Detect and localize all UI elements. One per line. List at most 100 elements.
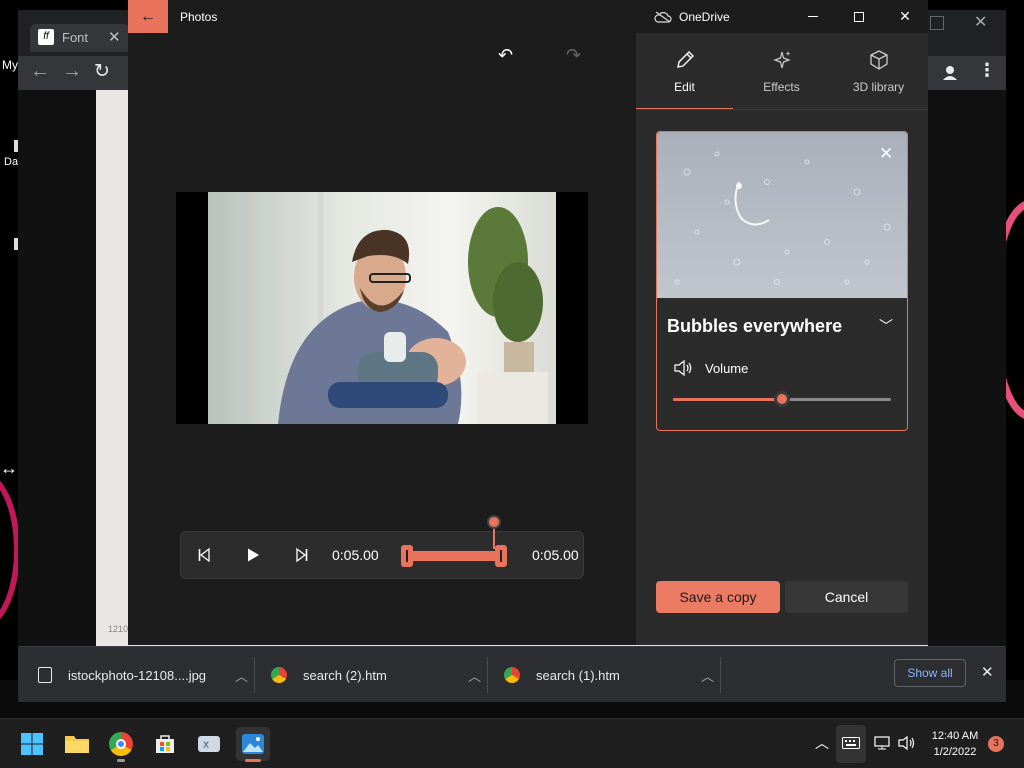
reload-icon[interactable]: ↻ <box>94 60 110 83</box>
speaker-icon[interactable] <box>898 735 916 751</box>
tab-effects[interactable]: Effects <box>733 33 830 110</box>
tab-label: Edit <box>674 80 695 94</box>
download-filename: search (2).htm <box>303 667 387 683</box>
preview-photo <box>208 192 556 424</box>
close-download-bar-icon[interactable]: ✕ <box>981 663 994 681</box>
volume-thumb[interactable] <box>774 391 790 407</box>
tab-edit[interactable]: Edit <box>636 33 733 110</box>
page-watermark: 1210 <box>108 624 129 634</box>
chrome-file-icon <box>271 667 287 683</box>
clock[interactable]: 12:40 AM 1/2/2022 <box>922 728 988 760</box>
tab-3d-library[interactable]: 3D library <box>830 33 927 110</box>
chevron-up-icon[interactable]: ︿ <box>701 666 714 685</box>
sparkle-icon <box>771 49 793 71</box>
close-tab-icon[interactable]: ✕ <box>108 28 121 46</box>
keyboard-button[interactable] <box>836 725 866 763</box>
effect-thumbnail[interactable]: ✕ <box>657 132 907 298</box>
play-icon[interactable] <box>245 547 261 563</box>
cancel-button[interactable]: Cancel <box>785 581 908 613</box>
svg-text:X: X <box>203 740 209 750</box>
maximize-icon <box>854 11 864 22</box>
font-favicon-icon: ff <box>38 29 54 45</box>
photos-titlebar: ← Photos OneDrive ✕ <box>128 0 928 33</box>
close-button[interactable]: ✕ <box>882 0 928 33</box>
save-copy-button[interactable]: Save a copy <box>656 581 780 613</box>
forward-arrow-icon[interactable]: → <box>62 60 82 83</box>
notification-badge[interactable]: 3 <box>988 736 1004 752</box>
trim-start-handle[interactable] <box>401 545 413 567</box>
back-arrow-icon: ← <box>140 7 156 25</box>
redo-icon[interactable]: ↷ <box>566 45 581 66</box>
download-item[interactable]: istockphoto-12108....jpg ︿ <box>38 655 248 695</box>
volume-icon[interactable] <box>673 359 693 377</box>
tab-label: 3D library <box>852 80 905 94</box>
cloud-off-icon[interactable] <box>654 10 672 23</box>
chrome-tab[interactable]: ff Font ✕ <box>30 24 130 52</box>
download-item[interactable]: search (1).htm ︿ <box>504 655 714 695</box>
windows-icon <box>21 733 43 755</box>
chevron-up-icon[interactable]: ︿ <box>468 666 481 685</box>
trim-timeline[interactable] <box>401 545 507 567</box>
total-time: 0:05.00 <box>532 547 579 563</box>
app-icon: X <box>198 736 220 752</box>
store-button[interactable] <box>148 727 182 761</box>
download-bar: istockphoto-12108....jpg ︿ search (2).ht… <box>18 646 1006 702</box>
pencil-icon <box>674 49 696 71</box>
close-icon[interactable]: ✕ <box>879 144 893 164</box>
resize-cursor-icon: ↔ <box>0 458 18 478</box>
volume-slider[interactable] <box>673 391 891 407</box>
divider <box>487 657 488 693</box>
chrome-taskbar-button[interactable] <box>104 727 138 762</box>
show-all-button[interactable]: Show all <box>894 659 966 687</box>
back-button[interactable]: ← <box>128 0 168 33</box>
start-button[interactable] <box>15 727 49 761</box>
keyboard-icon <box>842 737 860 749</box>
store-icon <box>156 735 174 753</box>
network-icon[interactable] <box>874 736 892 750</box>
trim-range <box>409 551 499 561</box>
current-time: 0:05.00 <box>332 547 379 563</box>
chrome-tab-title: Font <box>62 30 89 45</box>
undo-icon[interactable]: ↶ <box>498 45 513 66</box>
divider <box>254 657 255 693</box>
file-explorer-button[interactable] <box>60 727 94 761</box>
close-icon: ✕ <box>899 8 911 24</box>
chevron-down-icon[interactable]: ﹀ <box>879 316 893 336</box>
chevron-up-icon[interactable]: ︿ <box>815 733 829 753</box>
volume-fill <box>673 398 782 401</box>
download-filename: search (1).htm <box>536 667 620 683</box>
file-icon <box>38 667 52 683</box>
next-frame-icon[interactable] <box>293 547 309 563</box>
profile-icon[interactable] <box>940 63 960 83</box>
video-preview[interactable] <box>176 192 588 424</box>
video-editor: ↶ ↷ 0:05.00 0:05.00 <box>128 33 636 645</box>
trim-end-handle[interactable] <box>495 545 507 567</box>
taskbar: X ︿ 12:40 AM 1/2/2022 3 <box>0 718 1024 768</box>
photos-icon <box>242 734 264 754</box>
app-title: Photos <box>180 10 218 24</box>
photos-window: ← Photos OneDrive ✕ ↶ ↷ 0:05.00 0:05.00 … <box>128 0 928 645</box>
divider <box>720 657 721 693</box>
minimize-icon <box>808 16 818 17</box>
minimize-button[interactable] <box>790 0 836 33</box>
effect-title: Bubbles everywhere <box>667 316 843 336</box>
maximize-button[interactable] <box>836 0 882 33</box>
tab-label: Effects <box>763 80 800 94</box>
onedrive-label[interactable]: OneDrive <box>679 10 730 24</box>
chrome-icon <box>109 732 133 756</box>
chevron-up-icon[interactable]: ︿ <box>235 666 248 685</box>
previous-frame-icon[interactable] <box>197 547 213 563</box>
app-button[interactable]: X <box>192 727 226 761</box>
close-window-icon[interactable]: ✕ <box>974 12 987 32</box>
edit-panel: Edit Effects 3D library ✕ Bubbles everyw… <box>636 33 928 645</box>
menu-dots-icon[interactable]: ⋮ <box>978 60 996 81</box>
maximize-icon[interactable] <box>930 16 944 30</box>
playhead-handle[interactable] <box>487 515 501 529</box>
download-item[interactable]: search (2).htm ︿ <box>271 655 481 695</box>
photos-taskbar-button[interactable] <box>236 727 270 762</box>
back-arrow-icon[interactable]: ← <box>30 60 50 83</box>
folder-icon <box>65 736 89 753</box>
divider <box>636 109 928 110</box>
running-indicator <box>117 759 125 762</box>
clock-date: 1/2/2022 <box>933 746 977 758</box>
